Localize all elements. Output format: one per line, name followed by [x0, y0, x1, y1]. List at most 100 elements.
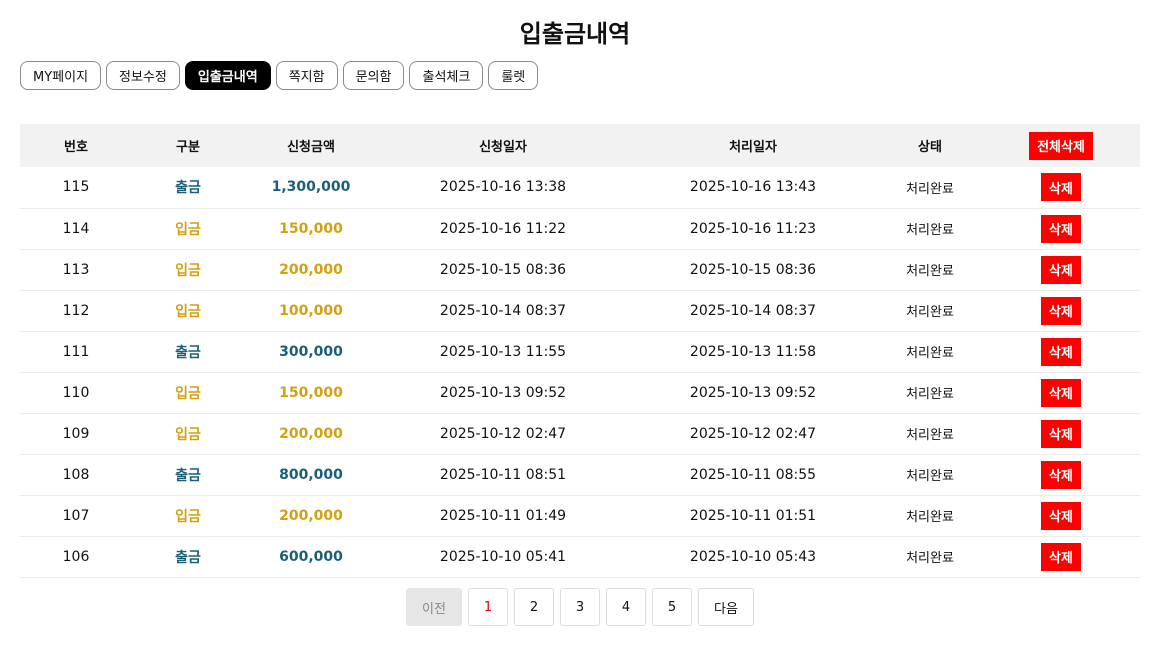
header-number: 번호: [64, 140, 88, 155]
row-amount: 150,000: [279, 220, 343, 237]
row-number: 107: [62, 507, 90, 524]
tab-roulette[interactable]: 룰렛: [488, 61, 539, 90]
tab-inquiries[interactable]: 문의함: [342, 61, 405, 90]
delete-row-button[interactable]: 삭제: [1041, 296, 1081, 325]
row-request-date: 2025-10-13 09:52: [439, 384, 567, 401]
row-processed-date: 2025-10-16 13:43: [689, 179, 817, 196]
row-request-date: 2025-10-11 08:51: [439, 466, 567, 483]
table-row: 115 출금 1,300,000 2025-10-16 13:38 2025-10-16…: [20, 167, 1140, 208]
row-type: 입금: [175, 426, 201, 443]
table-row: 110 입금 150,000 2025-10-13 09:52 2025-10-13 0…: [20, 372, 1140, 413]
row-amount: 200,000: [279, 261, 343, 278]
delete-row-button[interactable]: 삭제: [1041, 337, 1081, 366]
table-header-row: 번호 구분 신청금액 신청일자 처리일자 상태 전체삭제: [20, 124, 1140, 167]
pagination: 이전 1 2 3 4 5 다음: [0, 588, 1160, 626]
row-request-date: 2025-10-15 08:36: [439, 261, 567, 278]
delete-row-button[interactable]: 삭제: [1041, 542, 1081, 571]
header-processed-date: 처리일자: [729, 140, 777, 155]
header-status: 상태: [918, 140, 942, 155]
row-status: 처리완료: [906, 223, 954, 238]
row-actions: 삭제: [982, 454, 1140, 495]
row-processed-date: 2025-10-14 08:37: [689, 302, 817, 319]
row-type: 출금: [175, 549, 201, 566]
row-amount: 800,000: [279, 466, 343, 483]
row-status: 처리완료: [906, 305, 954, 320]
row-status: 처리완료: [906, 346, 954, 361]
table-row: 114 입금 150,000 2025-10-16 11:22 2025-10-16 1…: [20, 208, 1140, 249]
tab-messages[interactable]: 쪽지함: [275, 61, 338, 90]
delete-row-button[interactable]: 삭제: [1041, 501, 1081, 530]
delete-row-button[interactable]: 삭제: [1041, 378, 1081, 407]
row-request-date: 2025-10-14 08:37: [439, 302, 567, 319]
header-actions: 전체삭제: [982, 124, 1140, 167]
row-number: 112: [62, 302, 90, 319]
row-processed-date: 2025-10-15 08:36: [689, 261, 817, 278]
row-type: 출금: [175, 344, 201, 361]
delete-row-button[interactable]: 삭제: [1041, 419, 1081, 448]
header-amount: 신청금액: [287, 140, 335, 155]
row-processed-date: 2025-10-12 02:47: [689, 425, 817, 442]
table-row: 113 입금 200,000 2025-10-15 08:36 2025-10-15 0…: [20, 249, 1140, 290]
row-request-date: 2025-10-16 11:22: [439, 220, 567, 237]
next-page-button[interactable]: 다음: [698, 588, 754, 626]
delete-row-button[interactable]: 삭제: [1041, 255, 1081, 284]
row-status: 처리완료: [906, 551, 954, 566]
delete-all-button[interactable]: 전체삭제: [1029, 131, 1093, 160]
row-request-date: 2025-10-10 05:41: [439, 548, 567, 565]
row-status: 처리완료: [906, 264, 954, 279]
row-processed-date: 2025-10-13 11:58: [689, 343, 817, 360]
row-actions: 삭제: [982, 249, 1140, 290]
page-button-3[interactable]: 3: [560, 588, 600, 626]
row-actions: 삭제: [982, 372, 1140, 413]
row-type: 입금: [175, 385, 201, 402]
transactions-table: 번호 구분 신청금액 신청일자 처리일자 상태 전체삭제 115 출금 1,300,…: [20, 124, 1140, 578]
tab-bar: MY페이지 정보수정 입출금내역 쪽지함 문의함 출석체크 룰렛: [20, 61, 543, 90]
row-status: 처리완료: [906, 428, 954, 443]
page-button-4[interactable]: 4: [606, 588, 646, 626]
delete-row-button[interactable]: 삭제: [1041, 214, 1081, 243]
row-amount: 100,000: [279, 302, 343, 319]
row-actions: 삭제: [982, 495, 1140, 536]
row-processed-date: 2025-10-16 11:23: [689, 220, 817, 237]
tab-edit-info[interactable]: 정보수정: [106, 61, 180, 90]
table-row: 109 입금 200,000 2025-10-12 02:47 2025-10-12 0…: [20, 413, 1140, 454]
row-amount: 600,000: [279, 548, 343, 565]
row-actions: 삭제: [982, 290, 1140, 331]
row-status: 처리완료: [906, 510, 954, 525]
row-number: 113: [62, 261, 90, 278]
table-row: 106 출금 600,000 2025-10-10 05:41 2025-10-10 0…: [20, 536, 1140, 577]
tab-my-page[interactable]: MY페이지: [20, 61, 102, 90]
row-actions: 삭제: [982, 413, 1140, 454]
prev-page-button[interactable]: 이전: [406, 588, 462, 626]
table-row: 108 출금 800,000 2025-10-11 08:51 2025-10-11 0…: [20, 454, 1140, 495]
row-number: 114: [62, 220, 90, 237]
page-button-5[interactable]: 5: [652, 588, 692, 626]
row-amount: 1,300,000: [271, 179, 351, 196]
page-button-1[interactable]: 1: [468, 588, 508, 626]
row-actions: 삭제: [982, 208, 1140, 249]
delete-row-button[interactable]: 삭제: [1041, 460, 1081, 489]
row-processed-date: 2025-10-11 08:55: [689, 466, 817, 483]
row-status: 처리완료: [906, 387, 954, 402]
row-amount: 150,000: [279, 384, 343, 401]
row-status: 처리완료: [906, 181, 954, 197]
row-type: 출금: [175, 467, 201, 484]
table-row: 107 입금 200,000 2025-10-11 01:49 2025-10-11 0…: [20, 495, 1140, 536]
row-type: 입금: [175, 221, 201, 238]
table-row: 111 출금 300,000 2025-10-13 11:55 2025-10-13 1…: [20, 331, 1140, 372]
tab-attendance[interactable]: 출석체크: [409, 61, 484, 90]
row-amount: 300,000: [279, 343, 343, 360]
row-processed-date: 2025-10-13 09:52: [689, 384, 817, 401]
row-request-date: 2025-10-16 13:38: [439, 179, 567, 196]
row-number: 111: [62, 343, 90, 360]
page-title: 입출금내역: [519, 20, 631, 48]
table-body: 115 출금 1,300,000 2025-10-16 13:38 2025-10-16…: [20, 167, 1140, 577]
row-status: 처리완료: [906, 469, 954, 484]
row-amount: 200,000: [279, 507, 343, 524]
delete-row-button[interactable]: 삭제: [1041, 173, 1081, 202]
row-type: 입금: [175, 262, 201, 279]
tab-transactions[interactable]: 입출금내역: [184, 61, 271, 90]
row-number: 115: [62, 179, 90, 196]
row-type: 입금: [175, 303, 201, 320]
page-button-2[interactable]: 2: [514, 588, 554, 626]
